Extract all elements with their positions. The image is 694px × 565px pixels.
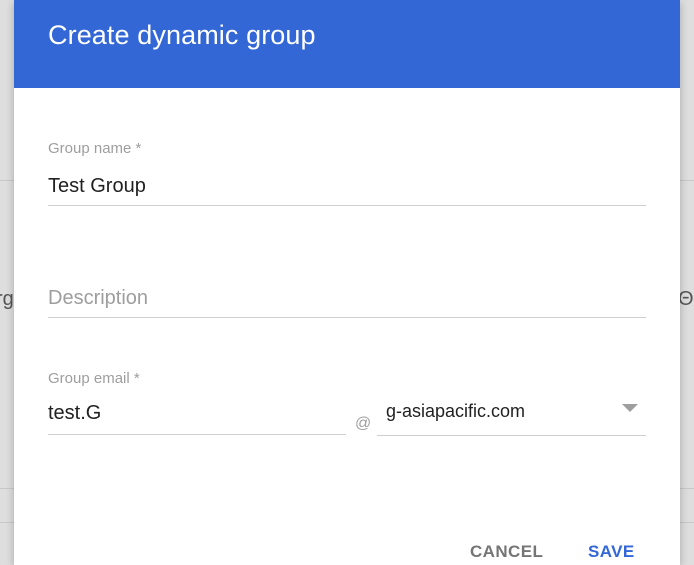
background-divider: [680, 180, 694, 181]
background-divider: [0, 522, 14, 523]
dialog-header: Create dynamic group: [14, 0, 680, 88]
background-divider: [680, 488, 694, 489]
background-divider: [680, 522, 694, 523]
background-divider: [0, 180, 14, 181]
group-email-underline: [48, 434, 346, 435]
group-email-label: Group email *: [48, 370, 140, 387]
save-button[interactable]: SAVE: [588, 542, 635, 562]
description-input[interactable]: Description: [48, 287, 148, 310]
background-text-fragment: Θn: [678, 288, 694, 310]
background-divider: [0, 488, 14, 489]
cancel-button[interactable]: CANCEL: [470, 542, 543, 562]
at-symbol: @: [355, 415, 372, 432]
group-name-label: Group name *: [48, 140, 142, 157]
group-name-input[interactable]: Test Group: [48, 175, 146, 198]
dialog-title: Create dynamic group: [48, 20, 316, 50]
domain-select-value: g-asiapacific.com: [386, 401, 526, 421]
chevron-down-icon: [622, 404, 638, 412]
domain-select[interactable]: g-asiapacific.com: [377, 392, 646, 436]
create-group-dialog: Create dynamic group Group name * Test G…: [14, 0, 680, 565]
group-email-input[interactable]: test.G: [48, 402, 101, 425]
background-text-fragment: rg: [0, 288, 14, 310]
domain-select-underline: [377, 435, 646, 436]
description-underline: [48, 317, 646, 318]
group-name-underline: [48, 205, 646, 206]
